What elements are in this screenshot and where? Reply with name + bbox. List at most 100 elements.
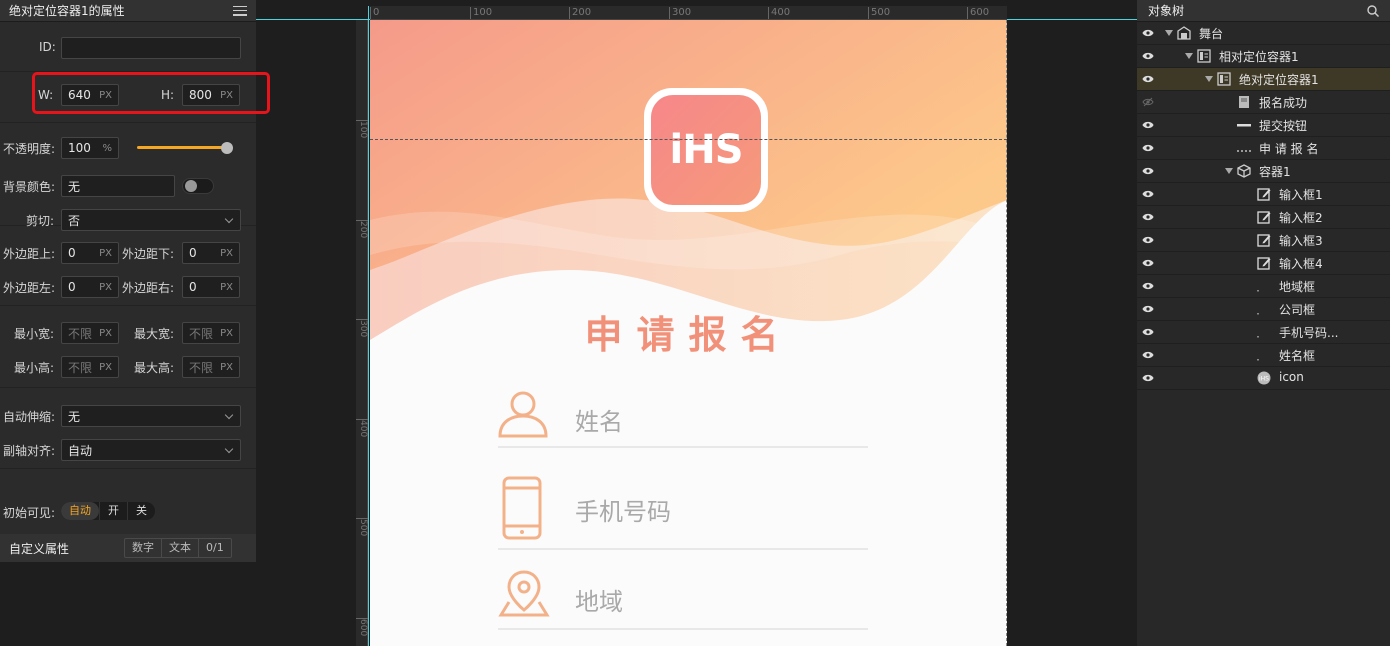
- opacity-slider-knob[interactable]: [221, 142, 233, 154]
- button-icon: [1237, 124, 1251, 127]
- tree-node[interactable]: 舞台: [1137, 22, 1390, 45]
- tree-node[interactable]: 相对定位容器1: [1137, 45, 1390, 68]
- tree-node-label: 容器1: [1259, 165, 1291, 179]
- design-canvas[interactable]: iHS 申请报名 姓名 手机号码 地域: [370, 20, 1007, 646]
- tree-node[interactable]: 绝对定位容器1: [1137, 68, 1390, 91]
- visible-option-on[interactable]: 开: [99, 502, 127, 520]
- ruler-tick: 600: [967, 7, 989, 19]
- tree-node[interactable]: 报名成功: [1137, 91, 1390, 114]
- eye-icon[interactable]: [1137, 183, 1159, 205]
- properties-title: 绝对定位容器1的属性: [9, 4, 125, 18]
- tree-node-label: 输入框2: [1279, 211, 1323, 225]
- tree-node[interactable]: 输入框3: [1137, 229, 1390, 252]
- min-height-input[interactable]: 不限 PX: [61, 356, 119, 378]
- max-height-input[interactable]: 不限 PX: [182, 356, 240, 378]
- eye-icon[interactable]: [1137, 160, 1159, 182]
- tree-node[interactable]: 输入框4: [1137, 252, 1390, 275]
- tree-node[interactable]: 地域框: [1137, 275, 1390, 298]
- id-input[interactable]: [61, 37, 241, 59]
- eye-icon[interactable]: [1137, 45, 1159, 67]
- initial-visible-label: 初始可见:: [3, 506, 56, 520]
- ruler-tick: 500: [356, 518, 368, 537]
- eye-icon[interactable]: [1137, 114, 1159, 136]
- tab-boolean[interactable]: 0/1: [198, 539, 231, 557]
- margin-right-input[interactable]: 0 PX: [182, 276, 240, 298]
- margin-right-label: 外边距右:: [122, 281, 175, 295]
- tab-text[interactable]: 文本: [161, 539, 198, 557]
- bg-color-input[interactable]: 无: [61, 175, 175, 197]
- tree-node[interactable]: iHS icon: [1137, 367, 1390, 390]
- eye-icon[interactable]: [1137, 321, 1159, 343]
- min-width-input[interactable]: 不限 PX: [61, 322, 119, 344]
- tree-node[interactable]: 手机号码...: [1137, 321, 1390, 344]
- ruler-tick: 300: [356, 319, 368, 338]
- max-width-input[interactable]: 不限 PX: [182, 322, 240, 344]
- thumb-icon: iHS: [1257, 371, 1271, 385]
- eye-icon[interactable]: [1137, 298, 1159, 320]
- opacity-input[interactable]: 100%: [61, 137, 119, 159]
- eye-icon[interactable]: [1137, 344, 1159, 366]
- flex-section: 自动伸缩: 无 副轴对齐: 自动: [0, 388, 256, 469]
- bg-color-label: 背景颜色:: [3, 180, 56, 194]
- region-field-label[interactable]: 地域: [575, 582, 623, 617]
- tree-node-label: 相对定位容器1: [1219, 50, 1299, 64]
- max-width-label: 最大宽:: [134, 327, 175, 341]
- visible-option-off[interactable]: 关: [127, 502, 155, 520]
- eye-icon[interactable]: [1137, 275, 1159, 297]
- cross-align-label: 副轴对齐:: [3, 444, 56, 458]
- ruler-vertical[interactable]: 100 200 300 400 500 600: [356, 20, 368, 646]
- text-icon: [1237, 150, 1251, 152]
- tree-node[interactable]: 输入框2: [1137, 206, 1390, 229]
- image-icon: [1239, 96, 1249, 108]
- margin-left-input[interactable]: 0 PX: [61, 276, 119, 298]
- eye-icon[interactable]: [1137, 367, 1159, 389]
- bg-color-toggle[interactable]: [182, 178, 214, 194]
- expand-caret-icon[interactable]: [1225, 168, 1233, 174]
- tree-node[interactable]: 输入框1: [1137, 183, 1390, 206]
- eye-icon[interactable]: [1137, 206, 1159, 228]
- tree-node[interactable]: 申 请 报 名: [1137, 137, 1390, 160]
- tree-node-label: 公司框: [1279, 303, 1316, 317]
- field-icon: [1257, 290, 1259, 292]
- eye-icon[interactable]: [1137, 137, 1159, 159]
- cross-align-select[interactable]: 自动: [61, 439, 241, 461]
- field-icon: [1257, 336, 1259, 338]
- margin-top-input[interactable]: 0 PX: [61, 242, 119, 264]
- width-input[interactable]: 640 PX: [61, 84, 119, 106]
- visible-option-auto[interactable]: 自动: [61, 502, 99, 520]
- ruler-tick: 100: [356, 120, 368, 139]
- menu-icon[interactable]: [233, 5, 247, 16]
- expand-caret-icon[interactable]: [1205, 76, 1213, 82]
- eye-icon[interactable]: [1137, 252, 1159, 274]
- expand-caret-icon[interactable]: [1165, 30, 1173, 36]
- ruler-tick: 200: [569, 7, 591, 19]
- ruler-tick: 400: [356, 419, 368, 438]
- phone-field-label[interactable]: 手机号码: [575, 492, 671, 527]
- selection-guide: [370, 139, 1007, 140]
- w-label: W:: [38, 88, 54, 102]
- tree-node-label: 输入框4: [1279, 257, 1323, 271]
- tree-node[interactable]: 公司框: [1137, 298, 1390, 321]
- tree-node[interactable]: 容器1: [1137, 160, 1390, 183]
- search-icon[interactable]: [1367, 4, 1379, 17]
- ruler-horizontal[interactable]: 0 100 200 300 400 500 600: [370, 6, 1007, 20]
- tree-node-label: icon: [1279, 370, 1304, 384]
- auto-stretch-select[interactable]: 无: [61, 405, 241, 427]
- height-input[interactable]: 800 PX: [182, 84, 240, 106]
- eye-off-icon[interactable]: [1137, 91, 1159, 113]
- tree-node-label: 舞台: [1199, 27, 1224, 41]
- tree-node[interactable]: 姓名框: [1137, 344, 1390, 367]
- opacity-label: 不透明度:: [3, 142, 56, 156]
- tab-number[interactable]: 数字: [125, 539, 161, 557]
- name-field-label[interactable]: 姓名: [575, 402, 623, 437]
- eye-icon[interactable]: [1137, 229, 1159, 251]
- id-section: ID:: [0, 22, 256, 72]
- margin-left-label: 外边距左:: [3, 281, 56, 295]
- tree-node[interactable]: 提交按钮: [1137, 114, 1390, 137]
- size-section: W: 640 PX H: 800 PX: [0, 72, 256, 123]
- expand-caret-icon[interactable]: [1185, 53, 1193, 59]
- opacity-slider[interactable]: [137, 146, 229, 149]
- eye-icon[interactable]: [1137, 68, 1159, 90]
- margin-bottom-input[interactable]: 0 PX: [182, 242, 240, 264]
- eye-icon[interactable]: [1137, 22, 1159, 44]
